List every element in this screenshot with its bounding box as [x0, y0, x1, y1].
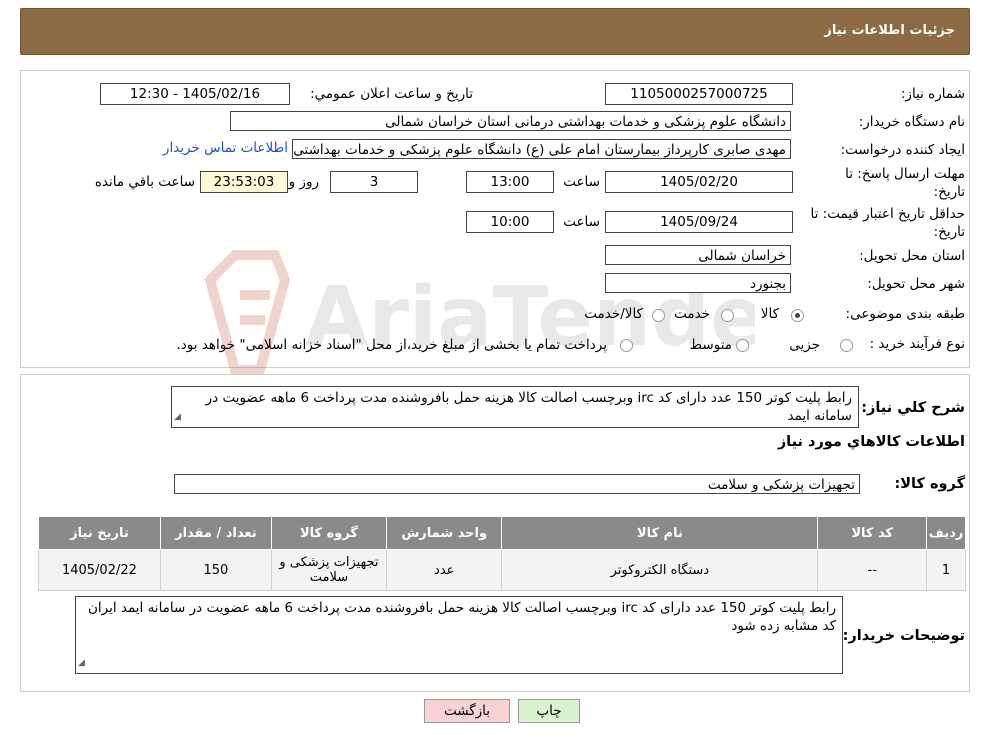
cell-group: تجهیزات پزشکی و سلامت	[270, 549, 388, 591]
buyer-notes-textarea[interactable]: رابط پلیت کوتر 150 عدد دارای کد irc وبرچ…	[75, 596, 843, 674]
requester-label: ايجاد کننده درخواست:	[840, 142, 965, 158]
category-radio-goods-service[interactable]	[652, 309, 665, 322]
remaining-timer-field: 23:53:03	[200, 171, 288, 193]
deadline-date-field: 1405/02/20	[605, 171, 793, 193]
general-desc-label: شرح کلي نياز:	[861, 400, 965, 416]
back-button[interactable]: بازگشت	[424, 699, 510, 723]
province-field: خراسان شمالی	[605, 245, 791, 265]
items-table-header-row: رديف کد کالا نام کالا واحد شمارش گروه کا…	[38, 516, 966, 550]
page-header: جزئیات اطلاعات نیاز	[20, 8, 970, 55]
category-label: طبقه بندی موضوعی:	[845, 306, 965, 322]
col-group-header: گروه کالا	[270, 516, 388, 550]
cell-name: دستگاه الکتروکوتر	[501, 549, 819, 591]
city-label: شهر محل تحويل:	[867, 276, 965, 292]
days-remaining-field: 3	[330, 171, 418, 193]
validity-time-label: ساعت	[563, 214, 600, 230]
process-option-minor: جزیی	[789, 337, 820, 353]
buyer-org-field: دانشگاه علوم پزشکی و خدمات بهداشتی درمان…	[230, 111, 791, 131]
col-row-header: رديف	[926, 516, 966, 550]
category-option-goods: کالا	[760, 306, 779, 322]
validity-label: حداقل تاريخ اعتبار قيمت: تا	[810, 206, 965, 222]
table-row: 1 -- دستگاه الکتروکوتر عدد تجهیزات پزشکی…	[38, 549, 966, 591]
print-button[interactable]: چاپ	[518, 699, 580, 723]
category-option-service: خدمت	[674, 306, 710, 322]
goods-group-label: گروه کالا:	[894, 476, 965, 492]
items-info-title: اطلاعات کالاهاي مورد نياز	[777, 434, 965, 450]
resize-handle-icon[interactable]: ◢	[174, 408, 181, 426]
cell-row: 1	[926, 549, 966, 591]
province-label: استان محل تحويل:	[859, 248, 965, 264]
general-desc-textarea[interactable]: رابط پلیت کوتر 150 عدد دارای کد irc وبرچ…	[171, 386, 859, 428]
col-name-header: نام کالا	[501, 516, 819, 550]
col-code-header: کد کالا	[817, 516, 928, 550]
process-radio-medium[interactable]	[736, 339, 749, 352]
page-title: جزئیات اطلاعات نیاز	[824, 23, 955, 38]
col-date-header: تاريخ نياز	[38, 516, 161, 550]
announce-datetime-field: 1405/02/16 - 12:30	[100, 83, 290, 105]
buyer-notes-label: توضيحات خريدار:	[842, 628, 965, 644]
items-table: رديف کد کالا نام کالا واحد شمارش گروه کا…	[38, 516, 966, 591]
buyer-notes-text: رابط پلیت کوتر 150 عدد دارای کد irc وبرچ…	[87, 600, 836, 634]
cell-code: --	[817, 549, 928, 591]
need-number-field: 1105000257000725	[605, 83, 793, 105]
buyer-org-label: نام دستگاه خريدار:	[858, 114, 965, 130]
col-unit-header: واحد شمارش	[386, 516, 503, 550]
process-option-medium: متوسط	[689, 337, 732, 353]
validity-label-date: تاريخ:	[933, 224, 965, 240]
process-radio-treasury[interactable]	[620, 339, 633, 352]
deadline-label: مهلت ارسال پاسخ: تا	[845, 166, 965, 182]
validity-date-field: 1405/09/24	[605, 211, 793, 233]
buyer-contact-link[interactable]: اطلاعات تماس خريدار	[163, 140, 288, 156]
deadline-label-date: تاريخ:	[933, 184, 965, 200]
deadline-time-label: ساعت	[563, 174, 600, 190]
process-note: پرداخت تمام یا بخشی از مبلغ خرید،از محل …	[176, 337, 607, 353]
process-radio-minor[interactable]	[840, 339, 853, 352]
need-number-label: شماره نیاز:	[900, 86, 965, 102]
category-radio-goods[interactable]	[791, 309, 804, 322]
cell-qty: 150	[159, 549, 272, 591]
cell-date: 1405/02/22	[38, 549, 161, 591]
general-desc-text: رابط پلیت کوتر 150 عدد دارای کد irc وبرچ…	[205, 390, 852, 424]
category-option-goods-service: کالا/خدمت	[584, 306, 643, 322]
resize-handle-icon[interactable]: ◢	[78, 654, 85, 672]
validity-time-field: 10:00	[466, 211, 554, 233]
col-qty-header: تعداد / مقدار	[159, 516, 272, 550]
process-label: نوع فرآیند خرید :	[869, 336, 965, 352]
goods-group-field: تجهیزات پزشکی و سلامت	[174, 474, 860, 494]
remaining-label: ساعت باقي مانده	[94, 174, 195, 190]
deadline-time-field: 13:00	[466, 171, 554, 193]
announce-label: تاریخ و ساعت اعلان عمومي:	[310, 86, 473, 102]
city-field: بجنورد	[605, 273, 791, 293]
category-radio-service[interactable]	[721, 309, 734, 322]
days-label: روز و	[288, 174, 319, 190]
cell-unit: عدد	[386, 549, 503, 591]
requester-field: مهدی صابری کارپرداز بیمارستان امام علی (…	[292, 139, 791, 159]
